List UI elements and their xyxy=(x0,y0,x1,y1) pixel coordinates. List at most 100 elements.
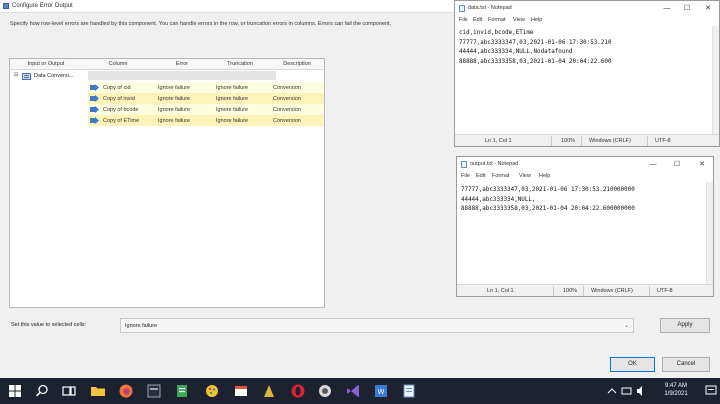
cell-column: Copy of bcode xyxy=(103,106,139,113)
status-divider xyxy=(583,286,584,296)
cancel-button[interactable]: Cancel xyxy=(662,357,710,372)
column-icon xyxy=(90,95,99,102)
header-column[interactable]: Column xyxy=(90,61,146,67)
vertical-scrollbar[interactable] xyxy=(712,26,719,134)
table-row[interactable]: Copy of cid Ignore failure Ignore failur… xyxy=(88,82,324,93)
maximize-icon[interactable]: ☐ xyxy=(669,159,685,170)
cell-error[interactable]: Ignore failure xyxy=(158,107,190,113)
status-encoding: UTF-8 xyxy=(655,138,671,144)
cell-column: Copy of invid xyxy=(103,95,135,102)
cell-truncation[interactable]: Ignore failure xyxy=(216,96,248,102)
header-input-or-output[interactable]: Input or Output xyxy=(16,61,76,67)
set-value-dropdown[interactable]: Ignore failure ⌄ xyxy=(120,318,634,333)
notepad-title-bar[interactable]: data.txt - Notepad — ☐ ✕ xyxy=(455,1,719,16)
status-zoom: 100% xyxy=(561,138,576,144)
menu-edit[interactable]: Edit xyxy=(473,17,482,23)
notepad-title: output.txt - Notepad xyxy=(470,161,519,167)
header-description[interactable]: Description xyxy=(272,61,322,67)
tree-row-band xyxy=(88,71,276,80)
collapse-toggle-icon[interactable]: ⊟ xyxy=(14,72,19,78)
apply-button[interactable]: Apply xyxy=(660,318,710,333)
grid-header: Input or Output Column Error Truncation … xyxy=(10,59,324,70)
taskbar: W 9:47 AM 1/9/2021 xyxy=(0,378,720,404)
notepad-text-area[interactable]: 77777,abc3333347,03,2021-01-06 17:30:53.… xyxy=(461,186,635,215)
menu-edit[interactable]: Edit xyxy=(476,173,485,179)
column-icon xyxy=(90,117,99,124)
data-conversion-icon xyxy=(22,73,31,80)
column-icon xyxy=(90,106,99,113)
app-icon[interactable] xyxy=(232,382,250,400)
file-explorer-icon[interactable] xyxy=(89,382,107,400)
notepad-menu-bar: File Edit Format View Help xyxy=(457,172,713,182)
text-line: 44444,abc333334,NULL, xyxy=(461,196,536,203)
cell-truncation[interactable]: Ignore failure xyxy=(216,107,248,113)
status-position: Ln 1, Col 1 xyxy=(487,288,514,294)
status-divider xyxy=(551,136,552,146)
column-icon xyxy=(90,84,99,91)
status-line-ending: Windows (CRLF) xyxy=(591,288,633,294)
start-icon[interactable] xyxy=(6,382,24,400)
notepad-text-area[interactable]: cid,invid,bcode,ETime 77777,abc3333347,03… xyxy=(459,29,612,67)
minimize-icon[interactable]: — xyxy=(659,3,675,14)
close-icon[interactable]: ✕ xyxy=(694,159,710,170)
menu-view[interactable]: View xyxy=(519,173,531,179)
search-icon[interactable] xyxy=(33,382,51,400)
firefox-icon[interactable] xyxy=(117,382,135,400)
menu-format[interactable]: Format xyxy=(488,17,505,23)
menu-format[interactable]: Format xyxy=(492,173,509,179)
cell-error[interactable]: Ignore failure xyxy=(158,96,190,102)
system-tray-icons[interactable] xyxy=(604,378,648,404)
set-value-selected: Ignore failure xyxy=(125,323,158,329)
set-value-label: Set this value to selected cells: xyxy=(11,322,87,328)
app-icon[interactable]: W xyxy=(372,382,390,400)
status-divider xyxy=(649,286,650,296)
svg-text:W: W xyxy=(378,388,385,396)
menu-help[interactable]: Help xyxy=(531,17,542,23)
menu-view[interactable]: View xyxy=(513,17,525,23)
chevron-down-icon[interactable]: ⌄ xyxy=(624,322,629,329)
table-row[interactable]: Copy of ETime Ignore failure Ignore fail… xyxy=(88,115,324,126)
cell-truncation[interactable]: Ignore failure xyxy=(216,118,248,124)
task-view-icon[interactable] xyxy=(60,382,78,400)
cell-error[interactable]: Ignore failure xyxy=(158,85,190,91)
app-icon[interactable] xyxy=(260,382,278,400)
maximize-icon[interactable]: ☐ xyxy=(679,3,695,14)
opera-icon[interactable] xyxy=(289,382,307,400)
text-line: 88888,abc3333358,03,2021-01-04 20:04:22.… xyxy=(461,206,635,212)
app-icon[interactable] xyxy=(145,382,163,400)
notepad-icon[interactable] xyxy=(400,382,418,400)
minimize-icon[interactable]: — xyxy=(645,159,661,170)
sticky-notes-icon[interactable] xyxy=(173,382,191,400)
text-line: 44444,abc333334,NULL,Nodatafound xyxy=(459,49,573,55)
notification-icon[interactable] xyxy=(704,378,718,404)
cell-description: Conversion xyxy=(273,84,301,91)
visual-studio-icon[interactable] xyxy=(344,382,362,400)
close-icon[interactable]: ✕ xyxy=(700,3,716,14)
menu-help[interactable]: Help xyxy=(539,173,550,179)
notepad-title-bar[interactable]: output.txt - Notepad — ☐ ✕ xyxy=(457,157,713,172)
header-error[interactable]: Error xyxy=(156,61,208,67)
table-row[interactable]: Copy of bcode Ignore failure Ignore fail… xyxy=(88,104,324,115)
cell-column: Copy of cid xyxy=(103,84,131,91)
header-truncation[interactable]: Truncation xyxy=(214,61,266,67)
notepad-data-window[interactable]: data.txt - Notepad — ☐ ✕ File Edit Forma… xyxy=(454,0,720,147)
notepad-title: data.txt - Notepad xyxy=(468,5,512,11)
vertical-scrollbar[interactable] xyxy=(706,182,713,284)
paint-icon[interactable] xyxy=(203,382,221,400)
taskbar-clock[interactable]: 9:47 AM 1/9/2021 xyxy=(652,382,700,398)
text-line: 77777,abc3333347,03,2021-01-06 17:30:53.… xyxy=(459,39,612,46)
status-divider xyxy=(647,136,648,146)
notepad-status-bar: Ln 1, Col 1 100% Windows (CRLF) UTF-8 xyxy=(455,134,719,146)
error-output-grid[interactable]: Input or Output Column Error Truncation … xyxy=(9,58,325,308)
ok-button[interactable]: OK xyxy=(610,357,655,372)
status-encoding: UTF-8 xyxy=(657,288,673,294)
cell-truncation[interactable]: Ignore failure xyxy=(216,85,248,91)
text-line: cid,invid,bcode,ETime xyxy=(459,30,534,36)
menu-file[interactable]: File xyxy=(459,17,468,23)
app-icon[interactable] xyxy=(316,382,334,400)
menu-file[interactable]: File xyxy=(461,173,470,179)
cell-description: Conversion xyxy=(273,106,301,113)
notepad-output-window[interactable]: output.txt - Notepad — ☐ ✕ File Edit For… xyxy=(456,156,714,297)
table-row[interactable]: Copy of invid Ignore failure Ignore fail… xyxy=(88,93,324,104)
cell-error[interactable]: Ignore failure xyxy=(158,118,190,124)
